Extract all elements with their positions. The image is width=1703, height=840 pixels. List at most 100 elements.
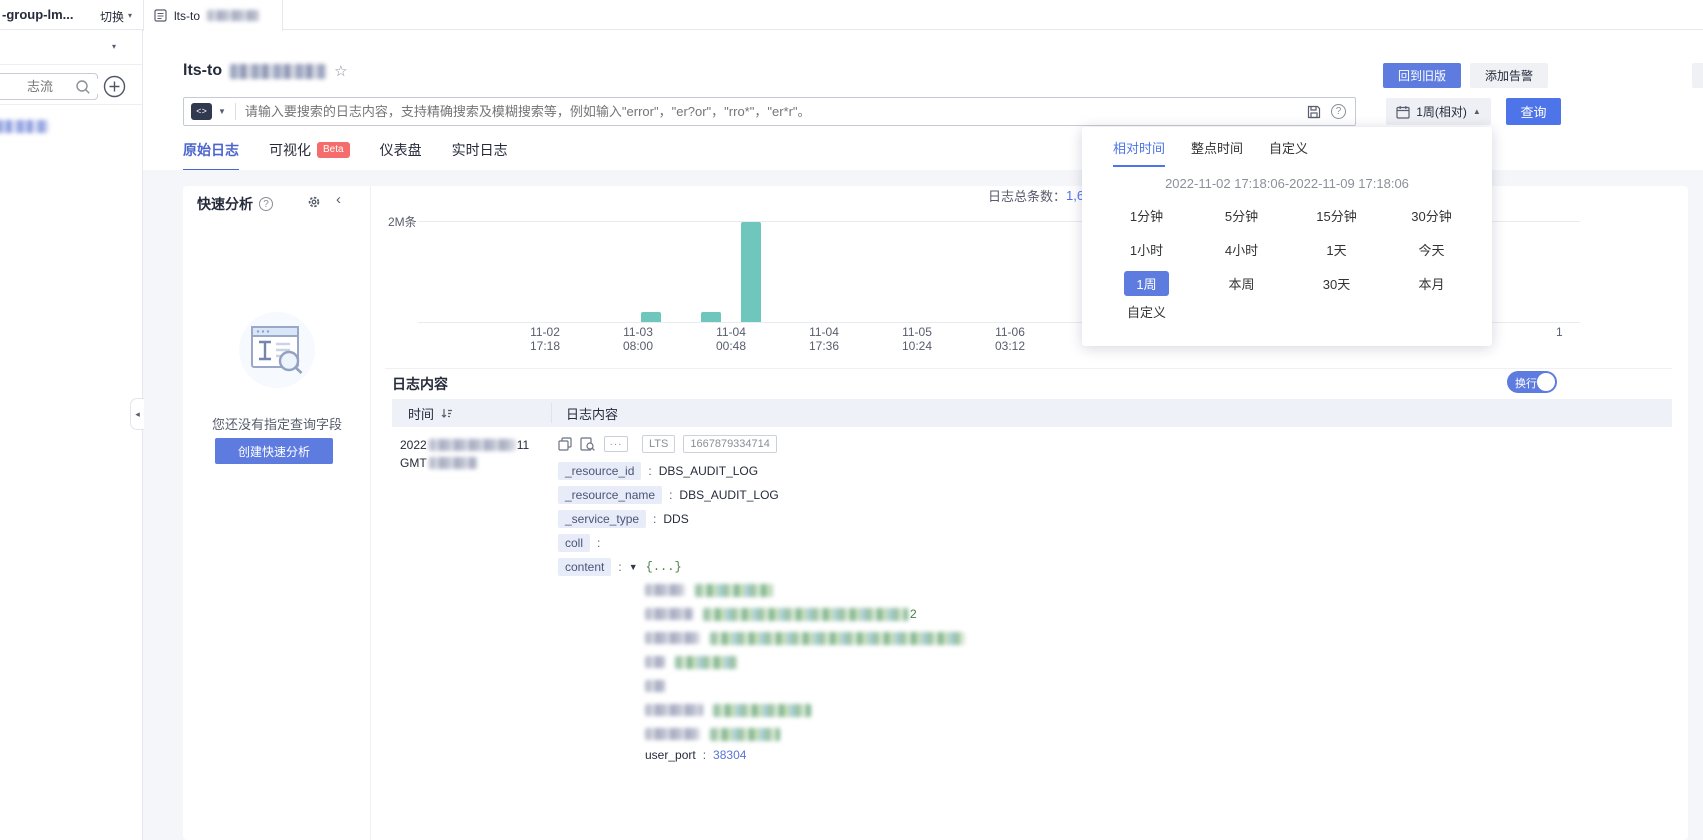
tab-实时日志[interactable]: 实时日志 bbox=[452, 140, 508, 171]
time-option-本月[interactable]: 本月 bbox=[1418, 274, 1444, 293]
stream-sidebar: ▾ bbox=[0, 30, 143, 840]
log-group-name: -group-lm... bbox=[2, 7, 74, 22]
x-axis-tick-label: 11-0417:36 bbox=[784, 325, 864, 353]
tab-label: 原始日志 bbox=[183, 140, 239, 160]
x-axis-tick-label: 11-0400:48 bbox=[691, 325, 771, 353]
tab-label: 仪表盘 bbox=[380, 140, 422, 160]
redacted-stream-item[interactable] bbox=[0, 120, 48, 133]
favorite-star-icon[interactable]: ☆ bbox=[334, 62, 347, 80]
colon: : bbox=[648, 464, 651, 478]
sidebar-collapse-handle[interactable]: ◂ bbox=[130, 398, 144, 430]
save-search-icon[interactable] bbox=[1307, 105, 1321, 119]
x-axis-tick-label: 11-0308:00 bbox=[598, 325, 678, 353]
dropdown-tab-自定义[interactable]: 自定义 bbox=[1269, 138, 1308, 167]
search-mode-code-icon[interactable]: <> bbox=[191, 103, 212, 120]
field-key[interactable]: content bbox=[558, 558, 611, 576]
x-axis-clipped-label: 1 bbox=[1556, 325, 1572, 339]
field-key[interactable]: _resource_id bbox=[558, 462, 641, 480]
time-option-custom[interactable]: 自定义 bbox=[1127, 302, 1166, 321]
field-value: DBS_AUDIT_LOG bbox=[679, 488, 778, 502]
time-option-1分钟[interactable]: 1分钟 bbox=[1130, 206, 1163, 225]
search-mode-caret-icon[interactable]: ▼ bbox=[218, 108, 226, 116]
log-search-bar: <> ▼ ? bbox=[183, 97, 1356, 126]
log-time-line2: GMT bbox=[400, 456, 477, 470]
empty-state-text: 您还没有指定查询字段 bbox=[183, 414, 371, 433]
field-row-_resource_name: _resource_name: DBS_AUDIT_LOG bbox=[558, 485, 779, 505]
field-row-user-port: user_port : 38304 bbox=[645, 748, 746, 762]
query-button[interactable]: 查询 bbox=[1506, 98, 1561, 125]
redacted-timezone bbox=[429, 457, 477, 469]
field-key[interactable]: _service_type bbox=[558, 510, 646, 528]
collapse-left-icon: ◂ bbox=[135, 409, 140, 420]
redacted-json-line bbox=[645, 677, 665, 695]
redacted-value bbox=[710, 632, 965, 645]
more-actions-icon[interactable]: ··· bbox=[604, 436, 628, 452]
time-option-30分钟[interactable]: 30分钟 bbox=[1411, 206, 1451, 225]
lts-log-search-screen: -group-lm... 切换 ▾ lts-to ▾ ◂ lt bbox=[0, 0, 1703, 840]
search-icon[interactable] bbox=[75, 79, 91, 95]
tab-label: 实时日志 bbox=[452, 140, 508, 160]
tab-原始日志[interactable]: 原始日志 bbox=[183, 140, 239, 171]
time-option-本周[interactable]: 本周 bbox=[1228, 274, 1254, 293]
back-to-old-button[interactable]: 回到旧版 bbox=[1383, 63, 1461, 88]
chevron-down-icon: ▾ bbox=[128, 12, 132, 20]
dropdown-tab-相对时间[interactable]: 相对时间 bbox=[1113, 138, 1165, 167]
x-axis-tick-label: 11-0217:18 bbox=[505, 325, 585, 353]
beta-badge: Beta bbox=[317, 142, 350, 158]
time-option-今天[interactable]: 今天 bbox=[1418, 240, 1444, 259]
panel-collapse-icon[interactable]: ‹ bbox=[336, 191, 341, 208]
field-row-coll: coll: bbox=[558, 533, 607, 553]
tab-可视化[interactable]: 可视化Beta bbox=[269, 140, 350, 171]
tab-仪表盘[interactable]: 仪表盘 bbox=[380, 140, 422, 171]
redacted-key bbox=[645, 680, 665, 692]
redacted-tab-name bbox=[207, 10, 259, 21]
copy-icon[interactable] bbox=[558, 437, 572, 451]
time-option-30天[interactable]: 30天 bbox=[1323, 274, 1350, 293]
time-option-1天[interactable]: 1天 bbox=[1326, 240, 1346, 259]
gear-icon[interactable] bbox=[307, 195, 321, 209]
colon: : bbox=[669, 488, 672, 502]
view-context-icon[interactable] bbox=[580, 437, 596, 451]
redacted-key bbox=[645, 656, 665, 668]
group-select-caret-icon[interactable]: ▾ bbox=[112, 43, 116, 51]
stream-tab[interactable]: lts-to bbox=[143, 0, 283, 31]
column-content: 日志内容 bbox=[566, 404, 618, 423]
histogram-bar bbox=[641, 312, 661, 322]
colon: : bbox=[653, 512, 656, 526]
create-stream-icon[interactable] bbox=[103, 75, 126, 98]
time-option-1周[interactable]: 1周 bbox=[1124, 271, 1168, 296]
calendar-icon bbox=[1396, 105, 1410, 119]
stream-search-box[interactable] bbox=[0, 73, 98, 100]
search-help-icon[interactable]: ? bbox=[1331, 104, 1346, 119]
switch-group-button[interactable]: 切换 bbox=[100, 8, 124, 25]
tag-lts[interactable]: LTS bbox=[642, 435, 675, 453]
dropdown-tab-整点时间[interactable]: 整点时间 bbox=[1191, 138, 1243, 167]
time-option-1小时[interactable]: 1小时 bbox=[1130, 240, 1163, 259]
redacted-value bbox=[695, 584, 773, 597]
sort-icon[interactable] bbox=[440, 407, 453, 420]
time-range-selector[interactable]: 1周(相对) ▲ bbox=[1386, 98, 1491, 125]
redacted-key bbox=[645, 608, 693, 620]
expand-caret-icon[interactable]: ▼ bbox=[629, 562, 638, 572]
wrap-toggle[interactable]: 换行 bbox=[1507, 371, 1557, 393]
tag-timestamp[interactable]: 1667879334714 bbox=[683, 435, 777, 453]
create-quick-analysis-button[interactable]: 创建快速分析 bbox=[215, 438, 333, 464]
redacted-value bbox=[675, 656, 737, 669]
quick-analysis-help-icon[interactable]: ? bbox=[259, 197, 273, 211]
time-option-15分钟[interactable]: 15分钟 bbox=[1316, 206, 1356, 225]
redacted-line-suffix: 2 bbox=[910, 607, 917, 621]
json-value-link[interactable]: 38304 bbox=[713, 748, 746, 762]
field-key[interactable]: coll bbox=[558, 534, 590, 552]
add-alarm-button[interactable]: 添加告警 bbox=[1470, 63, 1548, 88]
clipped-right-button[interactable] bbox=[1692, 63, 1703, 88]
time-option-5分钟[interactable]: 5分钟 bbox=[1225, 206, 1258, 225]
timezone-prefix: GMT bbox=[400, 456, 427, 470]
redacted-value bbox=[703, 608, 908, 621]
log-time-line1: 2022 11 bbox=[400, 438, 529, 452]
view-tabs: 原始日志 可视化Beta 仪表盘 实时日志 bbox=[183, 140, 508, 171]
log-search-input[interactable] bbox=[245, 104, 1307, 119]
field-key[interactable]: _resource_name bbox=[558, 486, 662, 504]
time-option-4小时[interactable]: 4小时 bbox=[1225, 240, 1258, 259]
log-table-header: 时间 日志内容 bbox=[392, 399, 1672, 427]
quick-analysis-title: 快速分析 bbox=[197, 194, 253, 214]
